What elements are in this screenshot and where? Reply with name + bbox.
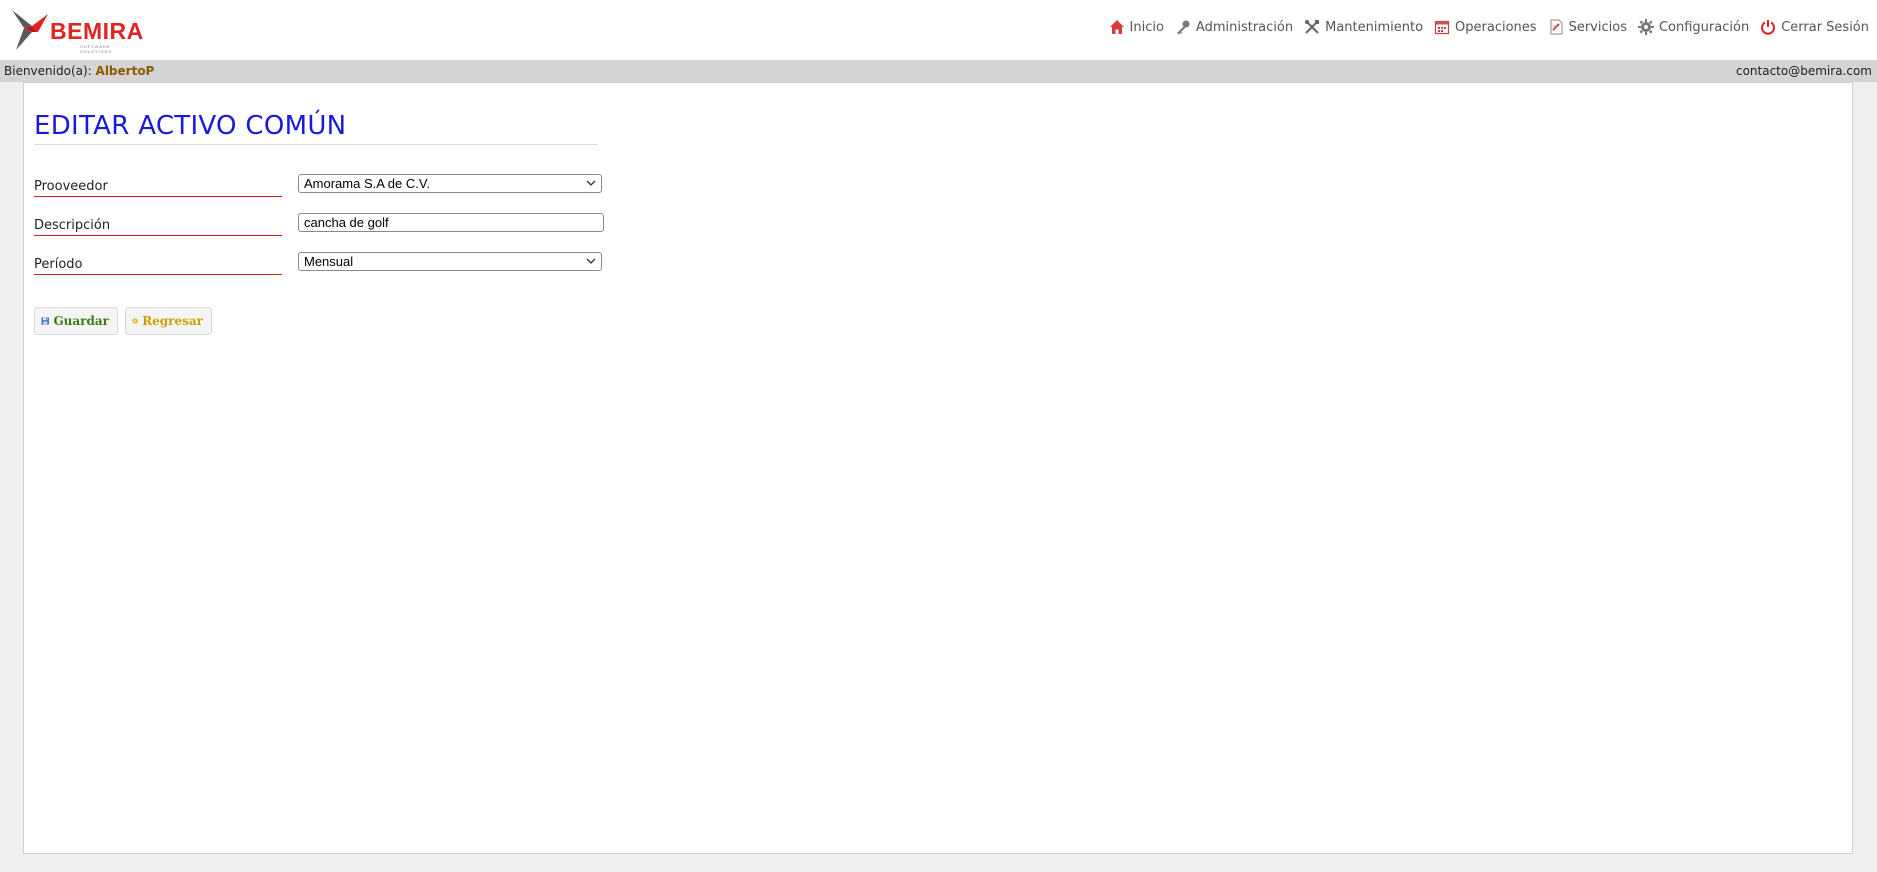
document-icon [1550, 19, 1563, 35]
chevron-down-icon [586, 258, 596, 264]
proveedor-select-value: Amorama S.A de C.V. [304, 176, 430, 191]
save-button-label: Guardar [53, 314, 109, 328]
power-icon [1761, 20, 1776, 35]
main-nav: Inicio Administración Mantenimiento Oper… [1098, 19, 1869, 35]
floppy-disk-icon [41, 317, 49, 325]
periodo-select[interactable]: Mensual [298, 252, 602, 271]
nav-label-operaciones: Operaciones [1455, 19, 1537, 35]
star-logo-icon [12, 10, 48, 50]
proveedor-select[interactable]: Amorama S.A de C.V. [298, 174, 602, 193]
gear-icon [1637, 19, 1654, 35]
nav-cerrar-sesion[interactable]: Cerrar Sesión [1760, 19, 1869, 35]
back-button-label: Regresar [142, 314, 203, 328]
welcome-username: AlbertoP [95, 64, 155, 78]
periodo-select-value: Mensual [304, 254, 354, 269]
welcome-prefix: Bienvenido(a): [4, 64, 92, 78]
nav-label-configuracion: Configuración [1658, 19, 1750, 35]
descripcion-label: Descripción [34, 213, 282, 236]
nav-mantenimiento[interactable]: Mantenimiento [1304, 19, 1423, 35]
welcome-message: Bienvenido(a): AlbertoP [4, 60, 154, 82]
save-button[interactable]: Guardar [34, 307, 118, 335]
back-button[interactable]: Regresar [125, 307, 212, 335]
calendar-icon [1434, 20, 1450, 35]
back-arrow-icon [132, 318, 138, 324]
top-bar: BEMIRA SOFTWARE SOLUTIONS Inicio Adminis… [0, 0, 1877, 60]
periodo-label-text: Período [34, 257, 83, 272]
nav-label-inicio: Inicio [1129, 19, 1164, 35]
nav-label-mantenimiento: Mantenimiento [1325, 19, 1424, 35]
main-content: EDITAR ACTIVO COMÚN Prooveedor Amorama S… [23, 82, 1853, 854]
bemira-logo[interactable]: BEMIRA SOFTWARE SOLUTIONS [10, 8, 144, 54]
contact-email: contacto@bemira.com [1735, 64, 1872, 78]
page-title: EDITAR ACTIVO COMÚN [34, 111, 347, 141]
proveedor-label-text: Prooveedor [34, 179, 108, 194]
nav-operaciones[interactable]: Operaciones [1434, 19, 1537, 35]
key-icon [1176, 20, 1190, 35]
nav-label-cerrar-sesion: Cerrar Sesión [1781, 19, 1869, 35]
periodo-label: Período [34, 252, 282, 275]
logo-subtext: SOFTWARE SOLUTIONS [80, 44, 113, 54]
chevron-down-icon [586, 180, 596, 186]
descripcion-input-value: cancha de golf [304, 215, 389, 230]
home-icon [1109, 20, 1124, 34]
nav-administracion[interactable]: Administración [1175, 19, 1293, 35]
nav-configuracion[interactable]: Configuración [1637, 19, 1750, 35]
title-divider [34, 144, 598, 145]
welcome-bar: Bienvenido(a): AlbertoP contacto@bemira.… [0, 60, 1877, 82]
tools-icon [1305, 20, 1320, 34]
nav-inicio[interactable]: Inicio [1109, 19, 1164, 35]
nav-label-administracion: Administración [1195, 19, 1294, 35]
logo-text: BEMIRA [50, 18, 144, 44]
nav-label-servicios: Servicios [1568, 19, 1627, 35]
nav-servicios[interactable]: Servicios [1548, 19, 1627, 35]
descripcion-input[interactable]: cancha de golf [298, 213, 604, 232]
proveedor-label: Prooveedor [34, 174, 282, 197]
descripcion-label-text: Descripción [34, 218, 111, 233]
